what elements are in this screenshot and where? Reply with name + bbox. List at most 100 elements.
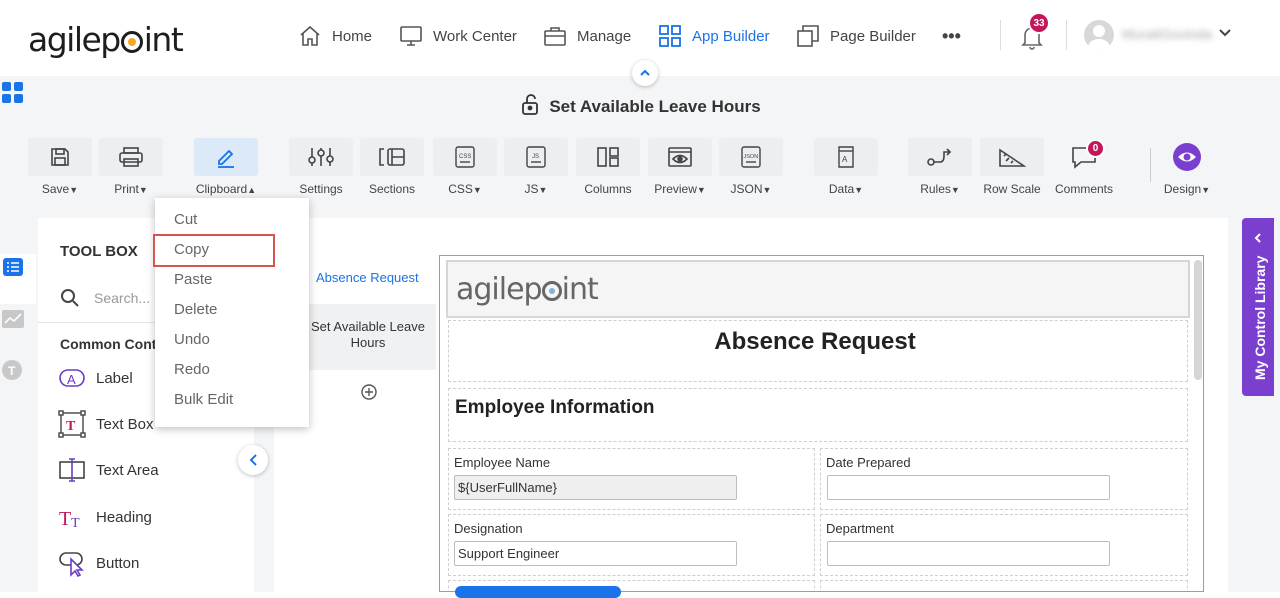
monitor-icon bbox=[400, 26, 422, 46]
date-prepared-field[interactable] bbox=[827, 475, 1110, 500]
department-label: Department bbox=[826, 521, 894, 536]
menu-item-undo[interactable]: Undo bbox=[174, 331, 210, 348]
avatar[interactable] bbox=[1084, 20, 1114, 50]
textbox-icon: T bbox=[58, 410, 86, 438]
nav-manage[interactable]: Manage bbox=[543, 24, 631, 48]
rules-label: Rules bbox=[920, 182, 951, 196]
row-scale-button[interactable]: Row Scale bbox=[979, 138, 1045, 196]
copy-highlight bbox=[153, 234, 275, 267]
nav-page-builder[interactable]: Page Builder bbox=[796, 24, 916, 48]
toolbox-item-label-text: Label bbox=[96, 369, 133, 387]
page-title-text: Set Available Leave Hours bbox=[549, 97, 761, 116]
toolbox-item-button-text: Button bbox=[96, 554, 140, 572]
js-button[interactable]: JS JS▼ bbox=[503, 138, 569, 196]
ribbon-divider bbox=[1150, 148, 1151, 182]
page-link-absence-request[interactable]: Absence Request bbox=[316, 270, 419, 285]
print-button[interactable]: Print▼ bbox=[98, 138, 164, 196]
nav-app-builder[interactable]: App Builder bbox=[658, 24, 770, 48]
page-title: Set Available Leave Hours bbox=[0, 92, 1280, 117]
js-label: JS bbox=[524, 182, 539, 196]
rules-button[interactable]: Rules▼ bbox=[907, 138, 973, 196]
json-button[interactable]: JSON JSON▼ bbox=[718, 138, 784, 196]
form-logo-row[interactable]: agilep int bbox=[446, 260, 1190, 318]
clipboard-button[interactable]: Clipboard▲ bbox=[193, 138, 259, 196]
collapse-toolbox-button[interactable] bbox=[238, 445, 268, 475]
list-icon[interactable] bbox=[3, 498, 23, 516]
my-control-library-label: My Control Library bbox=[1252, 255, 1268, 380]
search-placeholder[interactable]: Search... bbox=[94, 290, 150, 306]
toolbox-item-textbox[interactable]: T Text Box bbox=[58, 410, 154, 438]
save-button[interactable]: Save▼ bbox=[27, 138, 93, 196]
preview-label: Preview bbox=[654, 182, 697, 196]
search-icon bbox=[61, 289, 79, 307]
sections-icon bbox=[379, 148, 405, 166]
page-current[interactable]: Set Available Leave Hours bbox=[300, 304, 436, 370]
collapse-header-button[interactable] bbox=[632, 60, 658, 86]
svg-text:JS: JS bbox=[532, 154, 539, 160]
menu-item-bulk-edit[interactable]: Bulk Edit bbox=[174, 391, 233, 408]
toolbox-item-heading[interactable]: TT Heading bbox=[58, 503, 152, 531]
sections-button[interactable]: Sections bbox=[359, 138, 425, 196]
eye-icon bbox=[1173, 143, 1201, 171]
more-menu-button[interactable]: ••• bbox=[942, 26, 961, 47]
department-field[interactable] bbox=[827, 541, 1110, 566]
preview-button[interactable]: Preview▼ bbox=[647, 138, 713, 196]
pencil-icon bbox=[218, 149, 234, 168]
form-action-button[interactable] bbox=[455, 586, 621, 598]
columns-button[interactable]: Columns bbox=[575, 138, 641, 196]
json-label: JSON bbox=[730, 182, 763, 196]
nav-home[interactable]: Home bbox=[298, 24, 372, 48]
nav-work-center-label: Work Center bbox=[433, 27, 517, 45]
text-t-icon[interactable]: T bbox=[2, 360, 22, 380]
columns-label: Columns bbox=[584, 182, 632, 196]
toolbox-title: TOOL BOX bbox=[60, 243, 138, 260]
menu-item-redo[interactable]: Redo bbox=[174, 361, 210, 378]
field-cell[interactable] bbox=[820, 580, 1188, 591]
toolbox-item-textarea[interactable]: Text Area bbox=[58, 456, 159, 484]
grid-icon bbox=[659, 25, 681, 47]
toolbox-item-label[interactable]: A Label bbox=[58, 364, 133, 392]
briefcase-icon bbox=[544, 27, 566, 46]
chevron-down-icon[interactable] bbox=[1218, 28, 1232, 38]
js-file-icon: JS bbox=[526, 146, 546, 168]
label-a-icon: A bbox=[59, 369, 85, 387]
svg-text:T: T bbox=[71, 516, 80, 531]
toolbox-item-textarea-text: Text Area bbox=[96, 461, 159, 479]
form-scrollbar[interactable] bbox=[1194, 260, 1202, 380]
home-icon bbox=[300, 25, 320, 46]
unlock-icon bbox=[522, 94, 539, 115]
rules-icon bbox=[927, 148, 952, 166]
employee-name-field[interactable]: ${UserFullName} bbox=[454, 475, 737, 500]
form-title: Absence Request bbox=[714, 328, 916, 355]
user-name[interactable]: MuraliGovinda bbox=[1122, 26, 1212, 42]
button-cursor-icon bbox=[59, 552, 84, 577]
data-book-icon: A bbox=[838, 146, 854, 168]
menu-item-delete[interactable]: Delete bbox=[174, 301, 217, 318]
design-button[interactable]: Design▼ bbox=[1154, 138, 1220, 196]
toolbox-section-title: Common Cont bbox=[60, 336, 157, 352]
print-label: Print bbox=[114, 182, 139, 196]
save-icon bbox=[51, 148, 69, 166]
toolbox-list-icon[interactable] bbox=[3, 258, 23, 276]
agilepoint-logo[interactable]: agilep int bbox=[28, 20, 184, 59]
comments-button[interactable]: Comments bbox=[1051, 138, 1117, 196]
menu-item-paste[interactable]: Paste bbox=[174, 271, 212, 288]
comments-badge: 0 bbox=[1086, 139, 1105, 158]
toolbox-search[interactable]: Search... bbox=[60, 288, 150, 308]
nav-work-center[interactable]: Work Center bbox=[399, 24, 517, 48]
chart-line-icon[interactable] bbox=[2, 310, 24, 328]
row-scale-label: Row Scale bbox=[983, 182, 1041, 196]
add-page-icon[interactable] bbox=[360, 383, 378, 401]
json-file-icon: JSON bbox=[741, 146, 761, 168]
svg-text:T: T bbox=[59, 508, 71, 530]
chevron-up-icon bbox=[640, 69, 650, 76]
data-label: Data bbox=[828, 182, 855, 196]
settings-button[interactable]: Settings bbox=[288, 138, 354, 196]
css-button[interactable]: CSS CSS▼ bbox=[432, 138, 498, 196]
data-button[interactable]: A Data▼ bbox=[813, 138, 879, 196]
designation-field[interactable]: Support Engineer bbox=[454, 541, 737, 566]
toolbox-item-button[interactable]: Button bbox=[58, 549, 139, 577]
menu-item-cut[interactable]: Cut bbox=[174, 211, 197, 228]
nav-app-builder-label: App Builder bbox=[692, 27, 770, 45]
form-logo: agilep int bbox=[456, 272, 599, 307]
